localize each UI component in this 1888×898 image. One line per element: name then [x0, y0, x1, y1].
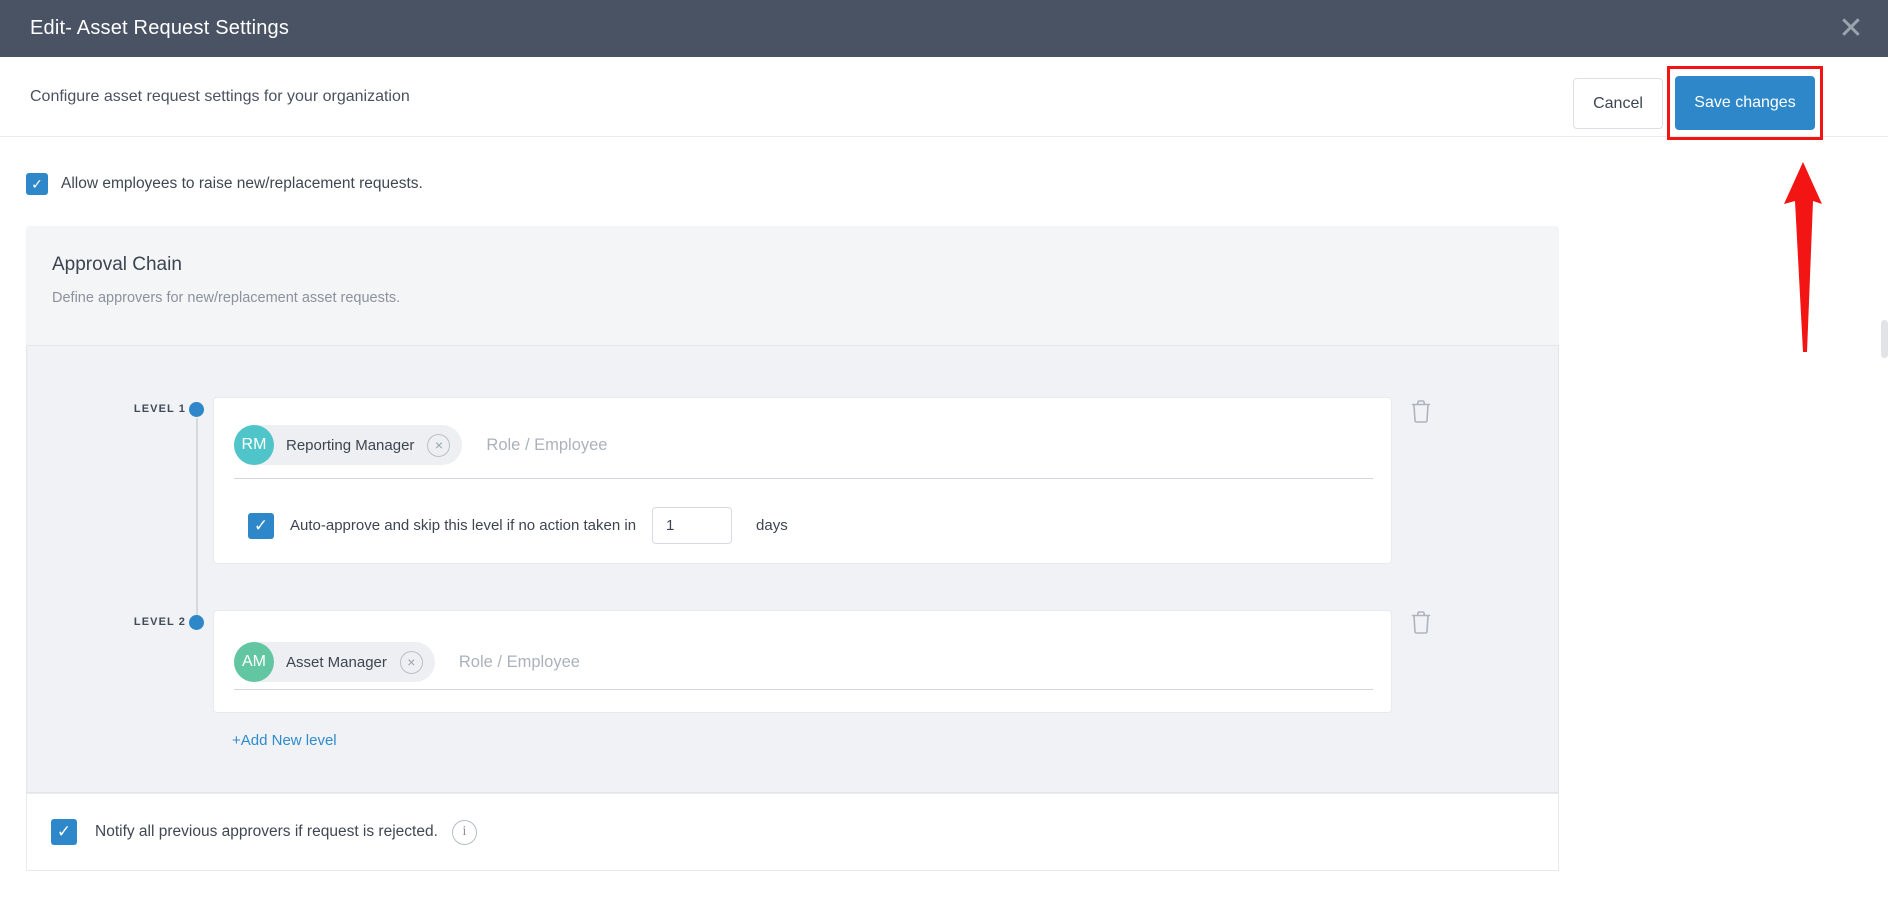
level-2-approver-chip: AM Asset Manager ×: [234, 642, 435, 682]
approver-name: Reporting Manager: [286, 436, 415, 454]
trash-icon: [1411, 400, 1431, 423]
cancel-button[interactable]: Cancel: [1573, 78, 1663, 129]
level-2-dot: [189, 615, 204, 630]
check-icon: ✓: [31, 175, 43, 192]
level-2-card: AM Asset Manager × Role / Employee: [213, 610, 1392, 713]
auto-approve-checkbox[interactable]: ✓: [248, 512, 274, 539]
field-underline: [234, 478, 1373, 479]
modal-title: Edit- Asset Request Settings: [30, 17, 290, 39]
remove-approver-icon[interactable]: ×: [399, 650, 423, 674]
auto-approve-row: ✓ Auto-approve and skip this level if no…: [248, 507, 788, 544]
notify-checkbox[interactable]: ✓: [51, 819, 77, 845]
approver-name: Asset Manager: [286, 653, 387, 671]
info-icon[interactable]: i: [451, 819, 477, 845]
level-1-label: LEVEL 1: [133, 403, 186, 415]
save-changes-button[interactable]: Save changes: [1675, 76, 1815, 130]
modal-subtitle: Configure asset request settings for you…: [30, 88, 410, 105]
approval-chain-title: Approval Chain: [52, 254, 182, 275]
modal-header: Edit- Asset Request Settings ✕: [0, 0, 1888, 57]
notify-label: Notify all previous approvers if request…: [95, 823, 438, 840]
level-2-approver-field[interactable]: AM Asset Manager × Role / Employee: [234, 642, 580, 682]
scrollbar-thumb[interactable]: [1881, 320, 1888, 358]
remove-approver-icon[interactable]: ×: [427, 433, 451, 457]
allow-requests-label: Allow employees to raise new/replacement…: [61, 175, 423, 192]
avatar: AM: [234, 642, 274, 682]
avatar: RM: [234, 425, 274, 465]
approval-chain-subtitle: Define approvers for new/replacement ass…: [52, 290, 401, 306]
level-connector-line: [196, 418, 198, 615]
allow-requests-checkbox[interactable]: ✓: [26, 173, 48, 195]
delete-level-2-button[interactable]: [1407, 608, 1435, 636]
level-1-dot: [189, 402, 204, 417]
role-employee-input[interactable]: Role / Employee: [459, 653, 580, 672]
level-1-approver-chip: RM Reporting Manager ×: [234, 425, 463, 465]
close-icon[interactable]: ✕: [1826, 0, 1876, 57]
allow-requests-row: ✓ Allow employees to raise new/replaceme…: [26, 173, 423, 195]
trash-icon: [1411, 611, 1431, 634]
auto-approve-days-input[interactable]: [652, 507, 733, 544]
add-new-level-link[interactable]: +Add New level: [232, 732, 337, 749]
level-2-label: LEVEL 2: [133, 616, 186, 628]
level-1-approver-field[interactable]: RM Reporting Manager × Role / Employee: [234, 425, 607, 465]
annotation-arrow: [1784, 162, 1822, 352]
check-icon: ✓: [253, 515, 269, 535]
field-underline: [234, 689, 1373, 690]
days-unit-label: days: [756, 517, 788, 534]
notify-row: ✓ Notify all previous approvers if reque…: [26, 793, 1559, 871]
role-employee-input[interactable]: Role / Employee: [486, 436, 607, 455]
check-icon: ✓: [56, 822, 72, 841]
annotation-highlight-box: Save changes: [1667, 66, 1823, 140]
level-1-card: RM Reporting Manager × Role / Employee ✓…: [213, 397, 1392, 564]
auto-approve-label: Auto-approve and skip this level if no a…: [290, 517, 637, 534]
delete-level-1-button[interactable]: [1407, 397, 1435, 425]
